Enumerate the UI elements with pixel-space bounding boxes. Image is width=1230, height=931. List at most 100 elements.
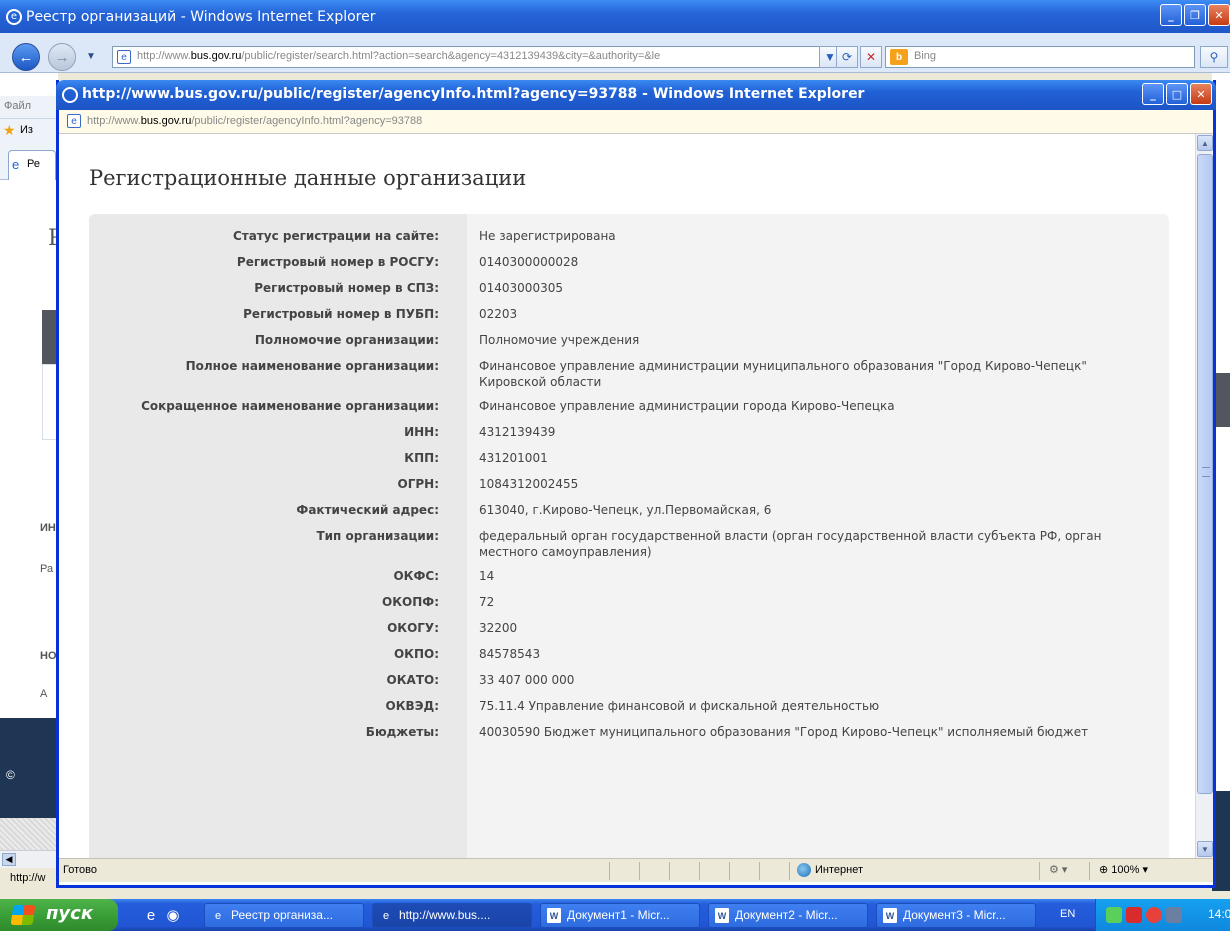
field-row: ОКВЭД: 75.11.4 Управление финансовой и фи…: [89, 698, 1169, 714]
popup-page-favicon-icon: e: [67, 114, 81, 128]
history-dropdown-icon[interactable]: ▼: [86, 51, 96, 62]
field-label: Фактический адрес:: [296, 503, 439, 517]
field-value: 33 407 000 000: [479, 673, 575, 687]
popup-status-bar: Готово Интернет ⚙ ▾ ⊕ 100% ▾: [59, 858, 1213, 882]
field-value: 84578543: [479, 647, 541, 661]
field-value: 1084312002455: [479, 477, 579, 491]
field-label: ОГРН:: [397, 477, 439, 491]
status-ready: Готово: [63, 864, 97, 876]
field-row: Регистровый номер в СПЗ: 01403000305: [89, 280, 1169, 296]
background-horizontal-scrollbar[interactable]: ◀: [0, 850, 58, 868]
popup-close-button[interactable]: ✕: [1190, 83, 1212, 105]
favorites-label-partial[interactable]: Из: [20, 124, 33, 136]
minimize-button[interactable]: _: [1160, 4, 1182, 26]
background-tab[interactable]: e Ре: [8, 150, 56, 180]
search-placeholder: Bing: [914, 50, 937, 62]
field-value: Полномочие учреждения: [479, 333, 640, 347]
antivirus-icon[interactable]: [1126, 907, 1142, 923]
scroll-down-icon[interactable]: ▼: [1197, 841, 1213, 857]
close-button[interactable]: ✕: [1208, 4, 1230, 26]
popup-page-content: Регистрационные данные организации Стату…: [59, 134, 1195, 858]
background-menu-bar[interactable]: Файл: [0, 96, 58, 118]
back-button[interactable]: ←: [12, 43, 40, 71]
popup-window-controls: _ □ ✕: [1142, 83, 1212, 105]
field-row: Сокращенное наименование организации: Фин…: [89, 398, 1169, 414]
popup-address-bar[interactable]: e http://www.bus.gov.ru/public/register/…: [59, 110, 1213, 134]
popup-url-host: bus.gov.ru: [140, 115, 192, 127]
background-window-titlebar[interactable]: e Реестр организаций - Windows Internet …: [0, 0, 1230, 33]
field-row: Фактический адрес: 613040, г.Кирово-Чепец…: [89, 502, 1169, 518]
popup-minimize-button[interactable]: _: [1142, 83, 1164, 105]
zoom-dropdown-icon[interactable]: ▾: [1142, 864, 1148, 876]
field-row: Полномочие организации: Полномочие учрежд…: [89, 332, 1169, 348]
field-value: 32200: [479, 621, 518, 635]
ie-icon: e: [382, 909, 390, 922]
url-prefix: http://www.: [137, 50, 191, 62]
popup-maximize-button[interactable]: □: [1166, 83, 1188, 105]
field-label: Бюджеты:: [365, 725, 439, 739]
favorites-star-icon[interactable]: ★: [3, 122, 16, 139]
taskbar-button-label: Документ3 - Micr...: [903, 908, 1006, 922]
taskbar-button[interactable]: W Документ3 - Micr...: [876, 903, 1036, 928]
popup-titlebar[interactable]: http://www.bus.gov.ru/public/register/ag…: [56, 80, 1216, 110]
field-row: ИНН: 4312139439: [89, 424, 1169, 440]
scroll-grip-icon: [1202, 467, 1210, 477]
network-icon[interactable]: [1106, 907, 1122, 923]
security-shield-icon[interactable]: [1146, 907, 1162, 923]
url-host: bus.gov.ru: [190, 50, 242, 62]
taskbar-button-label: Документ1 - Micr...: [567, 908, 670, 922]
popup-window: http://www.bus.gov.ru/public/register/ag…: [56, 80, 1216, 888]
ie-icon: e: [6, 8, 22, 25]
tray-app-icon[interactable]: [1166, 907, 1182, 923]
security-zone[interactable]: Интернет: [797, 863, 863, 877]
background-text-1: ИН: [40, 522, 56, 534]
start-button[interactable]: пуск: [0, 899, 118, 931]
taskbar: пуск e ◉ e Реестр организа... e http://www.…: [0, 899, 1230, 931]
language-indicator[interactable]: EN: [1060, 908, 1075, 920]
registration-fields: Статус регистрации на сайте: Не зарегистр…: [89, 228, 1169, 750]
popup-url-prefix: http://www.: [87, 115, 141, 127]
field-value: 431201001: [479, 451, 548, 465]
field-row: Статус регистрации на сайте: Не зарегистр…: [89, 228, 1169, 244]
taskbar-button[interactable]: W Документ1 - Micr...: [540, 903, 700, 928]
refresh-button[interactable]: ⟳: [836, 46, 858, 68]
tray-icons: [1106, 907, 1182, 923]
field-row: Бюджеты: 40030590 Бюджет муниципального о…: [89, 724, 1169, 740]
scroll-up-icon[interactable]: ▲: [1197, 135, 1213, 151]
protected-mode-icon[interactable]: ⚙ ▾: [1049, 863, 1067, 876]
zoom-control[interactable]: ⊕ 100% ▾: [1099, 863, 1148, 876]
taskbar-button[interactable]: W Документ2 - Micr...: [708, 903, 868, 928]
background-address-toolbar: ← → ▼ e http://www.bus.gov.ru/public/reg…: [0, 33, 1230, 73]
forward-button[interactable]: →: [48, 43, 76, 71]
search-button[interactable]: ⚲: [1200, 46, 1228, 68]
quicklaunch-ie-icon[interactable]: e: [142, 906, 160, 924]
taskbar-button[interactable]: e http://www.bus....: [372, 903, 532, 928]
favorites-bar[interactable]: ★ Из: [0, 118, 58, 142]
popup-title: http://www.bus.gov.ru/public/register/ag…: [82, 86, 865, 102]
quicklaunch-browser-icon[interactable]: ◉: [164, 906, 182, 924]
menu-file-partial[interactable]: Файл: [4, 100, 31, 112]
field-row: Регистровый номер в РОСГУ: 0140300000028: [89, 254, 1169, 270]
taskbar-button[interactable]: e Реестр организа...: [204, 903, 364, 928]
scroll-left-icon[interactable]: ◀: [2, 853, 16, 866]
zoom-level: 100%: [1111, 864, 1140, 876]
background-pattern: [0, 818, 58, 854]
clock[interactable]: 14:01: [1208, 907, 1230, 921]
status-divider: [1089, 862, 1090, 880]
windows-flag-icon: [10, 905, 36, 925]
status-divider: [729, 862, 730, 880]
start-label: пуск: [46, 903, 94, 924]
background-status-bar: http://w: [0, 868, 58, 888]
background-address-field[interactable]: e http://www.bus.gov.ru/public/register/…: [112, 46, 840, 68]
stop-button[interactable]: ✕: [860, 46, 882, 68]
background-footer-copyright: ©: [6, 768, 15, 782]
popup-vertical-scrollbar[interactable]: ▲ ▼: [1195, 134, 1213, 858]
maximize-button[interactable]: ❐: [1184, 4, 1206, 26]
field-label: ОКВЭД:: [385, 699, 439, 713]
field-row: Тип организации: федеральный орган госуда…: [89, 528, 1169, 560]
scroll-thumb[interactable]: [1197, 154, 1213, 794]
field-label: Регистровый номер в ПУБП:: [243, 307, 439, 321]
search-field[interactable]: b Bing: [885, 46, 1195, 68]
word-icon: W: [547, 908, 561, 923]
field-value: 0140300000028: [479, 255, 579, 269]
